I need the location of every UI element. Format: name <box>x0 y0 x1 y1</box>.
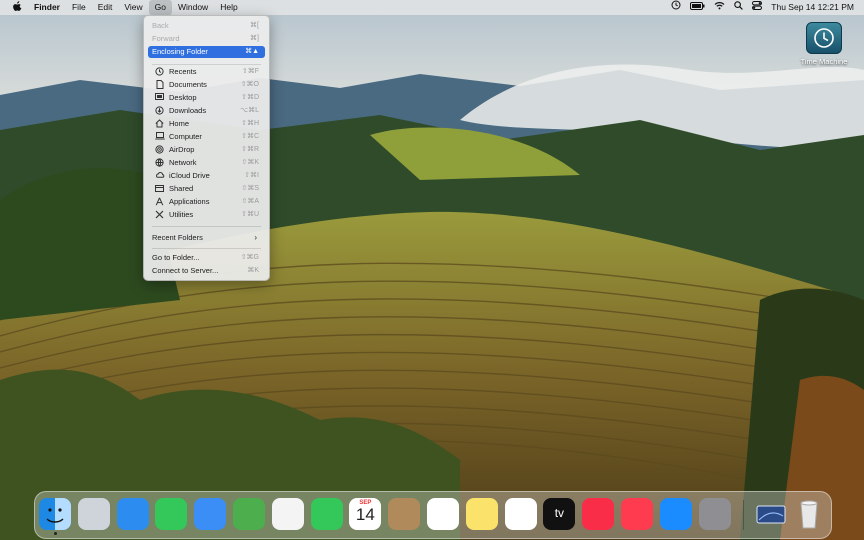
contacts-icon[interactable] <box>388 498 421 530</box>
menu-window[interactable]: Window <box>172 0 214 15</box>
menu-item-go-to-folder[interactable]: Go to Folder... ⇧⌘G <box>148 252 265 264</box>
desktop-item-label: Time Machine <box>800 57 848 66</box>
shared-icon <box>154 184 165 194</box>
time-machine-disk-icon <box>806 22 842 54</box>
desktop-item-time-machine[interactable]: Time Machine <box>798 22 850 66</box>
battery-icon[interactable] <box>690 0 705 15</box>
chevron-right-icon: › <box>254 233 257 242</box>
menu-help[interactable]: Help <box>214 0 243 15</box>
menu-item-documents[interactable]: Documents ⇧⌘O <box>148 79 265 91</box>
cloud-icon <box>154 171 165 181</box>
menu-item-network[interactable]: Network ⇧⌘K <box>148 157 265 169</box>
menu-item-applications[interactable]: Applications ⇧⌘A <box>148 196 265 208</box>
menu-item-forward: Forward ⌘] <box>152 34 259 43</box>
menu-item-downloads[interactable]: Downloads ⌥⌘L <box>148 105 265 117</box>
launchpad-icon[interactable] <box>77 498 110 530</box>
home-icon <box>154 119 165 129</box>
dock: SEP 14 tv <box>34 491 832 539</box>
messages-icon[interactable] <box>155 498 188 530</box>
apple-tv-icon[interactable]: tv <box>543 498 576 530</box>
menubar-clock[interactable]: Thu Sep 14 12:21 PM <box>771 0 854 15</box>
menu-go[interactable]: Go <box>148 0 172 15</box>
facetime-icon[interactable] <box>310 498 343 530</box>
reminders-icon[interactable] <box>427 498 459 530</box>
menu-item-airdrop[interactable]: AirDrop ⇧⌘R <box>148 144 265 156</box>
wifi-icon[interactable] <box>714 0 725 15</box>
running-indicator <box>54 532 57 535</box>
calendar-icon[interactable]: SEP 14 <box>349 498 382 530</box>
airdrop-icon <box>154 145 165 155</box>
menu-item-enclosing-folder[interactable]: Enclosing Folder ⌘▲ <box>148 46 265 58</box>
clock-icon <box>154 67 165 77</box>
menu-item-icloud-drive[interactable]: iCloud Drive ⇧⌘I <box>148 170 265 182</box>
menu-separator <box>152 248 261 249</box>
menu-view[interactable]: View <box>118 0 148 15</box>
trash-icon[interactable] <box>793 498 825 530</box>
menu-separator <box>152 64 261 65</box>
menu-edit[interactable]: Edit <box>92 0 119 15</box>
mail-icon[interactable] <box>194 498 227 530</box>
menu-item-desktop[interactable]: Desktop ⇧⌘D <box>148 92 265 104</box>
document-icon <box>154 80 165 90</box>
time-machine-icon[interactable] <box>671 0 681 15</box>
freeform-icon[interactable] <box>504 498 537 530</box>
finder-icon[interactable] <box>39 498 71 530</box>
control-center-icon[interactable] <box>752 0 763 15</box>
photos-icon[interactable] <box>271 498 304 530</box>
apple-logo-icon[interactable] <box>10 1 24 14</box>
app-store-icon[interactable] <box>659 498 692 530</box>
news-icon[interactable] <box>621 498 653 530</box>
calendar-day: 14 <box>355 505 375 524</box>
notes-icon[interactable] <box>465 498 498 530</box>
computer-icon <box>154 132 165 142</box>
desktop-icon <box>154 93 165 103</box>
menu-item-recents[interactable]: Recents ⇧⌘F <box>148 66 265 78</box>
dock-divider <box>743 500 744 530</box>
menu-item-recent-folders[interactable]: Recent Folders › <box>148 232 265 244</box>
vineyard-landscape <box>0 0 864 540</box>
music-icon[interactable] <box>582 498 615 530</box>
go-menu-dropdown: Back ⌘[ Forward ⌘] Enclosing Folder ⌘▲ Rece… <box>143 15 270 281</box>
menu-item-back: Back ⌘[ <box>152 21 259 30</box>
applications-icon <box>154 197 165 207</box>
downloads-stack-icon[interactable] <box>755 498 787 530</box>
menu-item-shared[interactable]: Shared ⇧⌘S <box>148 183 265 195</box>
search-icon[interactable] <box>734 0 744 15</box>
menu-item-computer[interactable]: Computer ⇧⌘C <box>148 131 265 143</box>
utilities-icon <box>154 210 165 220</box>
apple-tv-label: tv <box>554 506 565 520</box>
menu-finder[interactable]: Finder <box>28 0 66 15</box>
menu-item-utilities[interactable]: Utilities ⇧⌘U <box>148 209 265 221</box>
desktop-wallpaper <box>0 0 864 540</box>
menu-item-home[interactable]: Home ⇧⌘H <box>148 118 265 130</box>
menu-item-connect-to-server[interactable]: Connect to Server... ⌘K <box>148 265 265 277</box>
menu-bar: Finder File Edit View Go Window Help Thu… <box>0 0 864 15</box>
safari-icon[interactable] <box>116 498 149 530</box>
maps-icon[interactable] <box>233 498 265 530</box>
system-settings-icon[interactable] <box>698 498 731 530</box>
network-icon <box>154 158 165 168</box>
menu-file[interactable]: File <box>66 0 92 15</box>
menu-separator <box>152 226 261 227</box>
download-icon <box>154 106 165 116</box>
